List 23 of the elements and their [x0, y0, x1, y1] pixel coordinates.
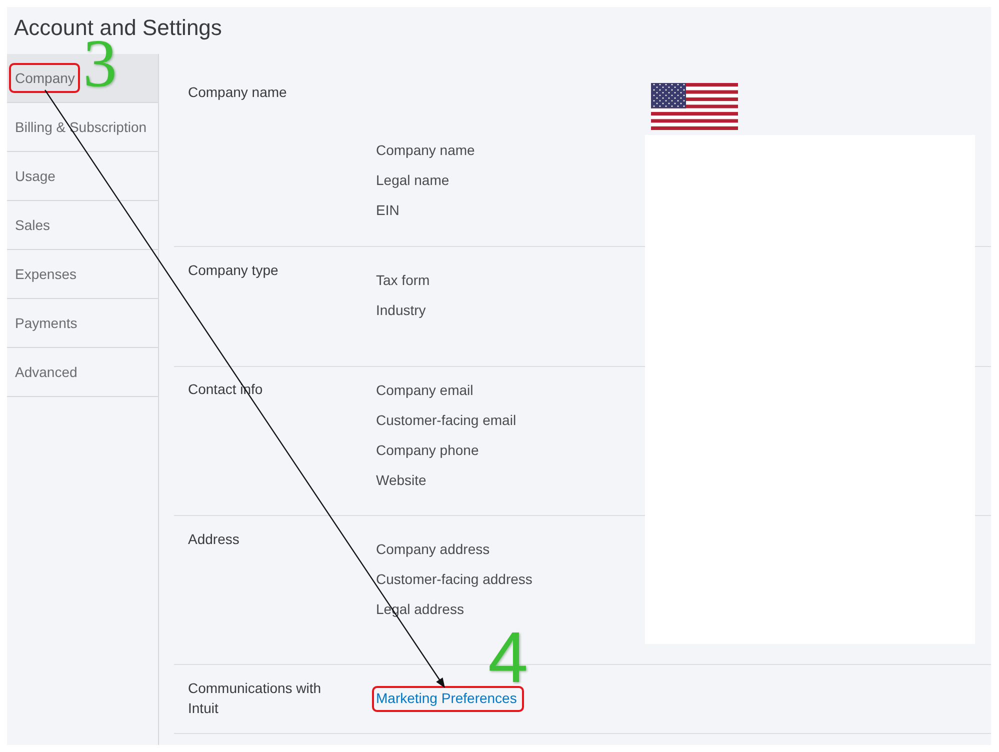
sidebar-item[interactable]: Payments [7, 299, 78, 347]
field-label: Company address [376, 540, 491, 559]
section-heading: Company name [188, 83, 288, 102]
sidebar-item[interactable]: Billing & Subscription [7, 103, 147, 151]
field-label: Company phone [376, 441, 480, 460]
field-label: Tax form [376, 271, 431, 290]
flag-icon [651, 83, 738, 130]
field-label: Customer-facing address [376, 570, 534, 589]
section-heading: Address [188, 530, 240, 549]
sidebar-item[interactable]: Company [7, 54, 75, 102]
field-label: Customer-facing email [376, 411, 518, 430]
sidebar-item[interactable]: Advanced [7, 348, 78, 396]
sidebar-item[interactable]: Expenses [7, 250, 76, 298]
sidebar-item[interactable]: Sales [7, 201, 50, 249]
sidebar-item[interactable]: Usage [7, 152, 56, 200]
field-label: EIN [376, 201, 400, 220]
section-heading: Company type [188, 261, 280, 280]
field-label: Industry [376, 301, 427, 320]
field-label: Website [376, 471, 428, 490]
field-label: Legal name [376, 171, 450, 190]
field-label: Company email [376, 381, 474, 400]
section-heading: Communications with Intuit [188, 679, 322, 718]
field-label: Company name [376, 141, 476, 160]
